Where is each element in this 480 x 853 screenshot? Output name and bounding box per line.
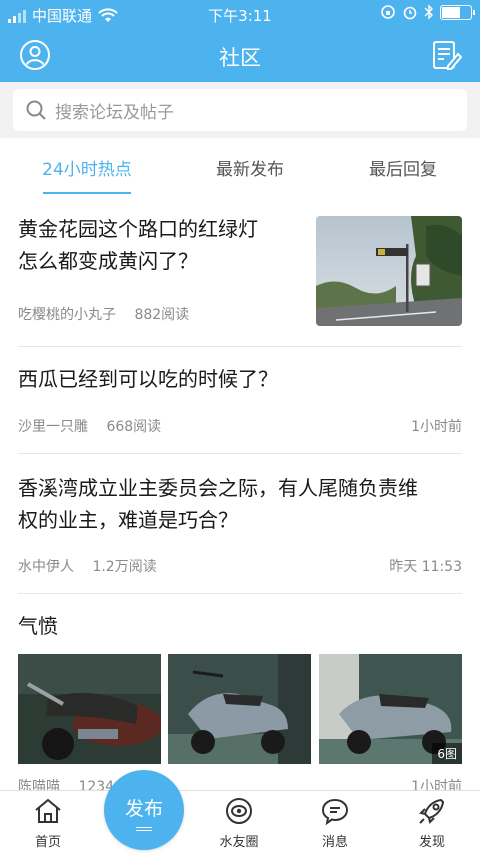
tab-home[interactable]: 首页 — [8, 797, 88, 850]
post-time: 1小时前 — [411, 419, 462, 435]
status-bar: 中国联通 下午3:11 — [0, 0, 480, 30]
post-2-meta: 沙里一只雕 668阅读 — [18, 416, 161, 436]
tab-active-indicator — [43, 192, 131, 194]
tab-messages[interactable]: 消息 — [295, 797, 375, 850]
rotation-lock-icon — [381, 5, 395, 19]
publish-button[interactable]: 发布 — [104, 770, 184, 850]
image-count-badge: 6图 — [432, 743, 462, 764]
edit-note-icon[interactable] — [428, 38, 462, 72]
battery-icon — [440, 4, 475, 20]
post-title-1[interactable]: 黄金花园这个路口的红绿灯 怎么都变成黄闪了？ — [18, 213, 308, 277]
post-4-image-3[interactable]: 6图 — [319, 654, 462, 764]
nav-bar: 社区 — [0, 30, 480, 82]
rocket-icon — [419, 798, 445, 824]
search-input[interactable]: 搜索论坛及帖子 — [13, 89, 467, 131]
publish-lines-icon — [136, 827, 152, 831]
tab-latest[interactable]: 最新发布 — [170, 155, 330, 180]
post-title-line: 香溪湾成立业主委员会之际，有人尾随负责维 — [18, 476, 418, 500]
post-author[interactable]: 水中伊人 — [18, 559, 74, 575]
divider — [18, 453, 462, 454]
tab-last-reply[interactable]: 最后回复 — [323, 155, 480, 180]
post-title-4[interactable]: 气愤 — [18, 610, 462, 642]
search-icon — [26, 100, 46, 120]
post-time: 昨天 11:53 — [389, 559, 462, 575]
post-1-thumbnail[interactable] — [316, 216, 462, 326]
post-title-line: 权的业主，难道是巧合？ — [18, 508, 238, 532]
post-reads: 882阅读 — [134, 307, 190, 323]
search-area: 搜索论坛及帖子 — [0, 82, 480, 138]
tab-bar: 24小时热点 最新发布 最后回复 — [0, 138, 480, 194]
page-title: 社区 — [219, 46, 261, 70]
publish-label: 发布 — [124, 798, 163, 820]
post-author[interactable]: 吃樱桃的小丸子 — [18, 307, 116, 323]
bottom-tab-bar: 首页 水友圈 消息 发现 — [0, 790, 480, 853]
tab-messages-label: 消息 — [321, 835, 348, 850]
circle-eye-icon — [226, 798, 252, 824]
tab-home-label: 首页 — [34, 835, 61, 850]
divider — [18, 593, 462, 594]
tab-water-friends[interactable]: 水友圈 — [199, 797, 279, 850]
post-4-image-2[interactable] — [168, 654, 311, 764]
post-title-line: 怎么都变成黄闪了？ — [18, 249, 198, 273]
alarm-icon — [403, 6, 417, 20]
divider — [18, 346, 462, 347]
post-title-line: 气愤 — [18, 614, 58, 638]
post-title-line: 黄金花园这个路口的红绿灯 — [18, 217, 258, 241]
post-author[interactable]: 沙里一只雕 — [18, 419, 88, 435]
message-icon — [321, 798, 349, 826]
search-placeholder: 搜索论坛及帖子 — [55, 102, 174, 123]
post-title-line: 西瓜已经到可以吃的时候了？ — [18, 367, 278, 391]
post-3-meta: 水中伊人 1.2万阅读 — [18, 556, 157, 576]
bluetooth-icon — [424, 4, 433, 20]
tab-discover-label: 发现 — [418, 835, 445, 850]
post-1-meta: 吃樱桃的小丸子 882阅读 — [18, 304, 189, 324]
post-4-image-1[interactable] — [18, 654, 161, 764]
status-right — [380, 4, 475, 20]
post-title-3[interactable]: 香溪湾成立业主委员会之际，有人尾随负责维 权的业主，难道是巧合？ — [18, 472, 462, 536]
tab-discover[interactable]: 发现 — [392, 797, 472, 850]
tab-24h-hot[interactable]: 24小时热点 — [7, 155, 167, 180]
tab-water-friends-label: 水友圈 — [219, 835, 259, 850]
home-icon — [35, 798, 61, 823]
post-title-2[interactable]: 西瓜已经到可以吃的时候了？ — [18, 363, 462, 395]
post-reads: 668阅读 — [106, 419, 162, 435]
post-reads: 1.2万阅读 — [92, 559, 157, 575]
